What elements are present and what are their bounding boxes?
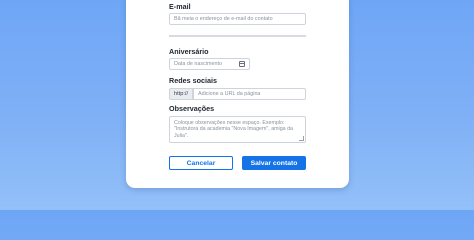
resize-grip-icon[interactable] [299,136,304,141]
section-divider [169,35,306,37]
birthday-label: Aniversário [169,47,209,56]
email-label: E-mail [169,2,191,11]
cancel-button[interactable]: Cancelar [169,156,233,170]
notes-label: Observações [169,104,215,113]
email-field[interactable]: Bã meia o endereço de e-mail do contato [169,13,306,25]
calendar-icon[interactable] [239,61,245,67]
email-placeholder: Bã meia o endereço de e-mail do contato [174,16,273,22]
social-label: Redes sociais [169,76,217,85]
url-prefix: http:// [169,88,193,100]
social-url-placeholder: Adicione a URL da página [198,91,261,97]
birthday-placeholder: Data de nascimento [174,61,222,67]
social-url-field[interactable]: Adicione a URL da página [193,88,306,100]
birthday-field[interactable]: Data de nascimento [169,58,250,70]
notes-textarea[interactable]: Coloque observações nesse espaço. Exempl… [169,116,306,143]
save-contact-button[interactable]: Salvar contato [242,156,306,170]
notes-placeholder: Coloque observações nesse espaço. Exempl… [174,120,293,139]
